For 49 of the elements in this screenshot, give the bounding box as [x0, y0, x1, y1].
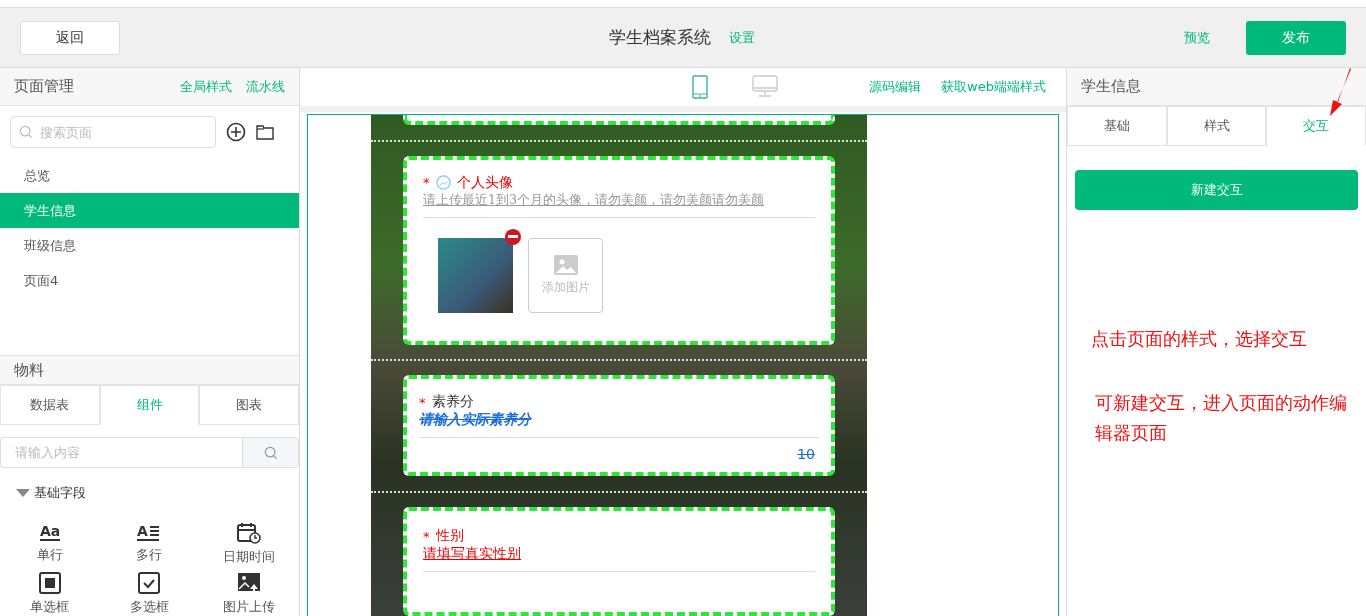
component-item[interactable]: 多选框 — [99, 572, 200, 616]
device-toggle[interactable] — [691, 75, 708, 99]
component-item[interactable]: 单选框 — [0, 572, 100, 616]
component-item[interactable]: 图片上传 — [199, 572, 299, 616]
phone-icon — [691, 75, 708, 99]
field-label: 个人头像 — [456, 173, 513, 192]
required-mark: * — [423, 528, 430, 544]
image-circle-icon — [435, 175, 451, 191]
square-radio-icon — [38, 572, 61, 594]
panel-title: 学生信息 — [1081, 77, 1142, 96]
add-circle-icon[interactable] — [226, 122, 246, 142]
field-label: 性别 — [435, 527, 464, 546]
page-item[interactable]: 班级信息 — [0, 228, 299, 263]
material-tab[interactable]: 数据表 — [0, 385, 100, 426]
required-mark: * — [423, 175, 430, 191]
component-item[interactable]: A 多行 — [99, 522, 200, 566]
image-upload-icon — [237, 572, 262, 594]
image-icon — [553, 254, 578, 275]
material-tab[interactable]: 图表 — [199, 385, 299, 426]
property-tab[interactable]: 样式 — [1166, 106, 1267, 146]
search-field[interactable]: 请输入内容 — [0, 437, 242, 468]
back-button[interactable]: 返回 — [20, 20, 120, 55]
folder-icon[interactable] — [256, 124, 274, 140]
monitor-icon — [751, 75, 778, 97]
section-toggle[interactable]: 基础字段 — [0, 468, 299, 512]
field-value: 10 — [796, 445, 816, 463]
field-hint: 请填写真实性别 — [423, 545, 522, 564]
component-item[interactable]: Aa 单行 — [0, 522, 100, 566]
search-field[interactable]: 搜索页面 — [10, 116, 216, 148]
caret-icon — [16, 488, 30, 498]
search-icon — [263, 445, 278, 460]
page-item[interactable]: 页面4 — [0, 263, 299, 298]
device-toggle[interactable] — [751, 75, 778, 99]
checkbox-icon — [138, 572, 161, 594]
annotation-text: 点击页面的样式，选择交互 — [1091, 327, 1308, 351]
field-hint: 请输入实际素养分 — [419, 411, 533, 430]
app-title: 学生档案系统 — [609, 26, 711, 49]
required-mark: * — [419, 394, 426, 410]
property-tab[interactable]: 基础 — [1067, 106, 1167, 146]
field-hint: 请上传最近1到3个月的头像，请勿美颜，请勿美颜请勿美颜 — [423, 191, 765, 209]
calendar-clock-icon — [237, 522, 262, 544]
panel-title: 页面管理 — [14, 77, 75, 96]
search-icon — [19, 125, 33, 139]
annotation-text: 可新建交互，进入页面的动作编辑器页面 — [1094, 391, 1348, 445]
remove-icon[interactable] — [505, 228, 521, 245]
page-item[interactable]: 总览 — [0, 158, 299, 193]
field-label: 素养分 — [431, 393, 474, 412]
component-item[interactable]: 日期时间 — [199, 522, 299, 566]
panel-title: 物料 — [14, 360, 45, 380]
